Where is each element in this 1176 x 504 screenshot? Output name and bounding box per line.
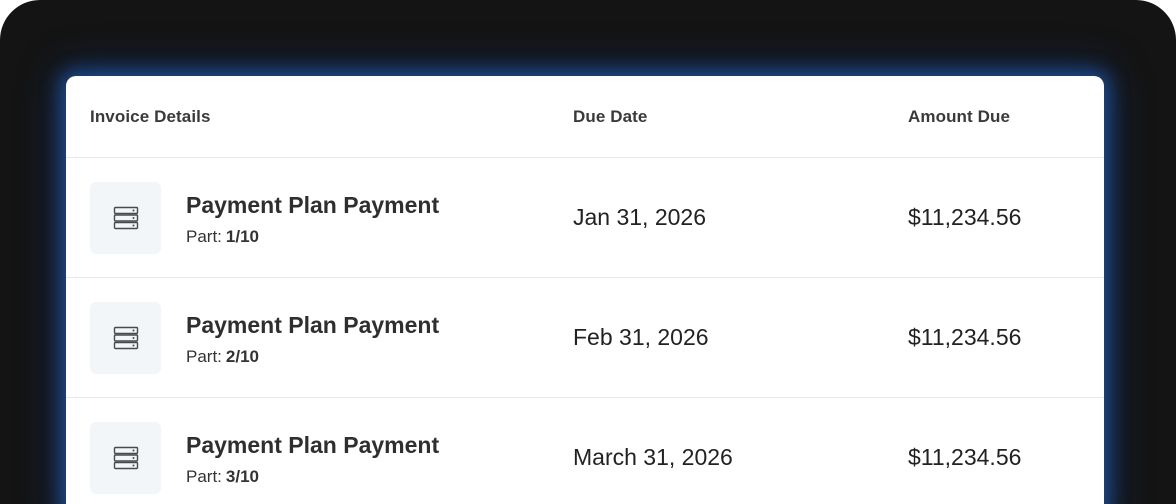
part-label: Part: [186,227,222,246]
invoice-part: Part: 1/10 [186,227,259,247]
part-value: 2/10 [225,347,259,366]
invoice-part: Part: 2/10 [186,347,259,367]
table-row[interactable]: Payment Plan Payment Part: 2/10 Feb 31, 2… [66,278,1104,398]
due-date: March 31, 2026 [573,444,733,470]
header-invoice-details: Invoice Details [90,107,211,126]
invoice-title: Payment Plan Payment [186,312,440,338]
amount-due: $11,234.56 [908,444,1022,470]
invoice-title: Payment Plan Payment [186,192,440,218]
header-amount-due: Amount Due [908,107,1011,126]
due-date: Jan 31, 2026 [573,204,707,230]
part-label: Part: [186,467,222,486]
server-icon [113,446,139,470]
due-date: Feb 31, 2026 [573,324,709,350]
part-value: 1/10 [225,227,259,246]
part-label: Part: [186,347,222,366]
header-due-date: Due Date [573,107,648,126]
invoice-title: Payment Plan Payment [186,432,440,458]
invoice-icon-box [90,422,161,494]
table-header: Invoice Details Due Date Amount Due [66,76,1104,158]
invoice-icon-box [90,302,161,374]
invoice-table-card: Invoice Details Due Date Amount Due Paym… [66,76,1104,504]
table-row[interactable]: Payment Plan Payment Part: 1/10 Jan 31, 2… [66,158,1104,278]
table-row[interactable]: Payment Plan Payment Part: 3/10 March 31,… [66,398,1104,504]
server-icon [113,326,139,350]
invoice-icon-box [90,182,161,254]
amount-due: $11,234.56 [908,204,1022,230]
device-frame: Invoice Details Due Date Amount Due Paym… [0,0,1176,504]
part-value: 3/10 [225,467,259,486]
server-icon [113,206,139,230]
amount-due: $11,234.56 [908,324,1022,350]
invoice-part: Part: 3/10 [186,467,259,487]
